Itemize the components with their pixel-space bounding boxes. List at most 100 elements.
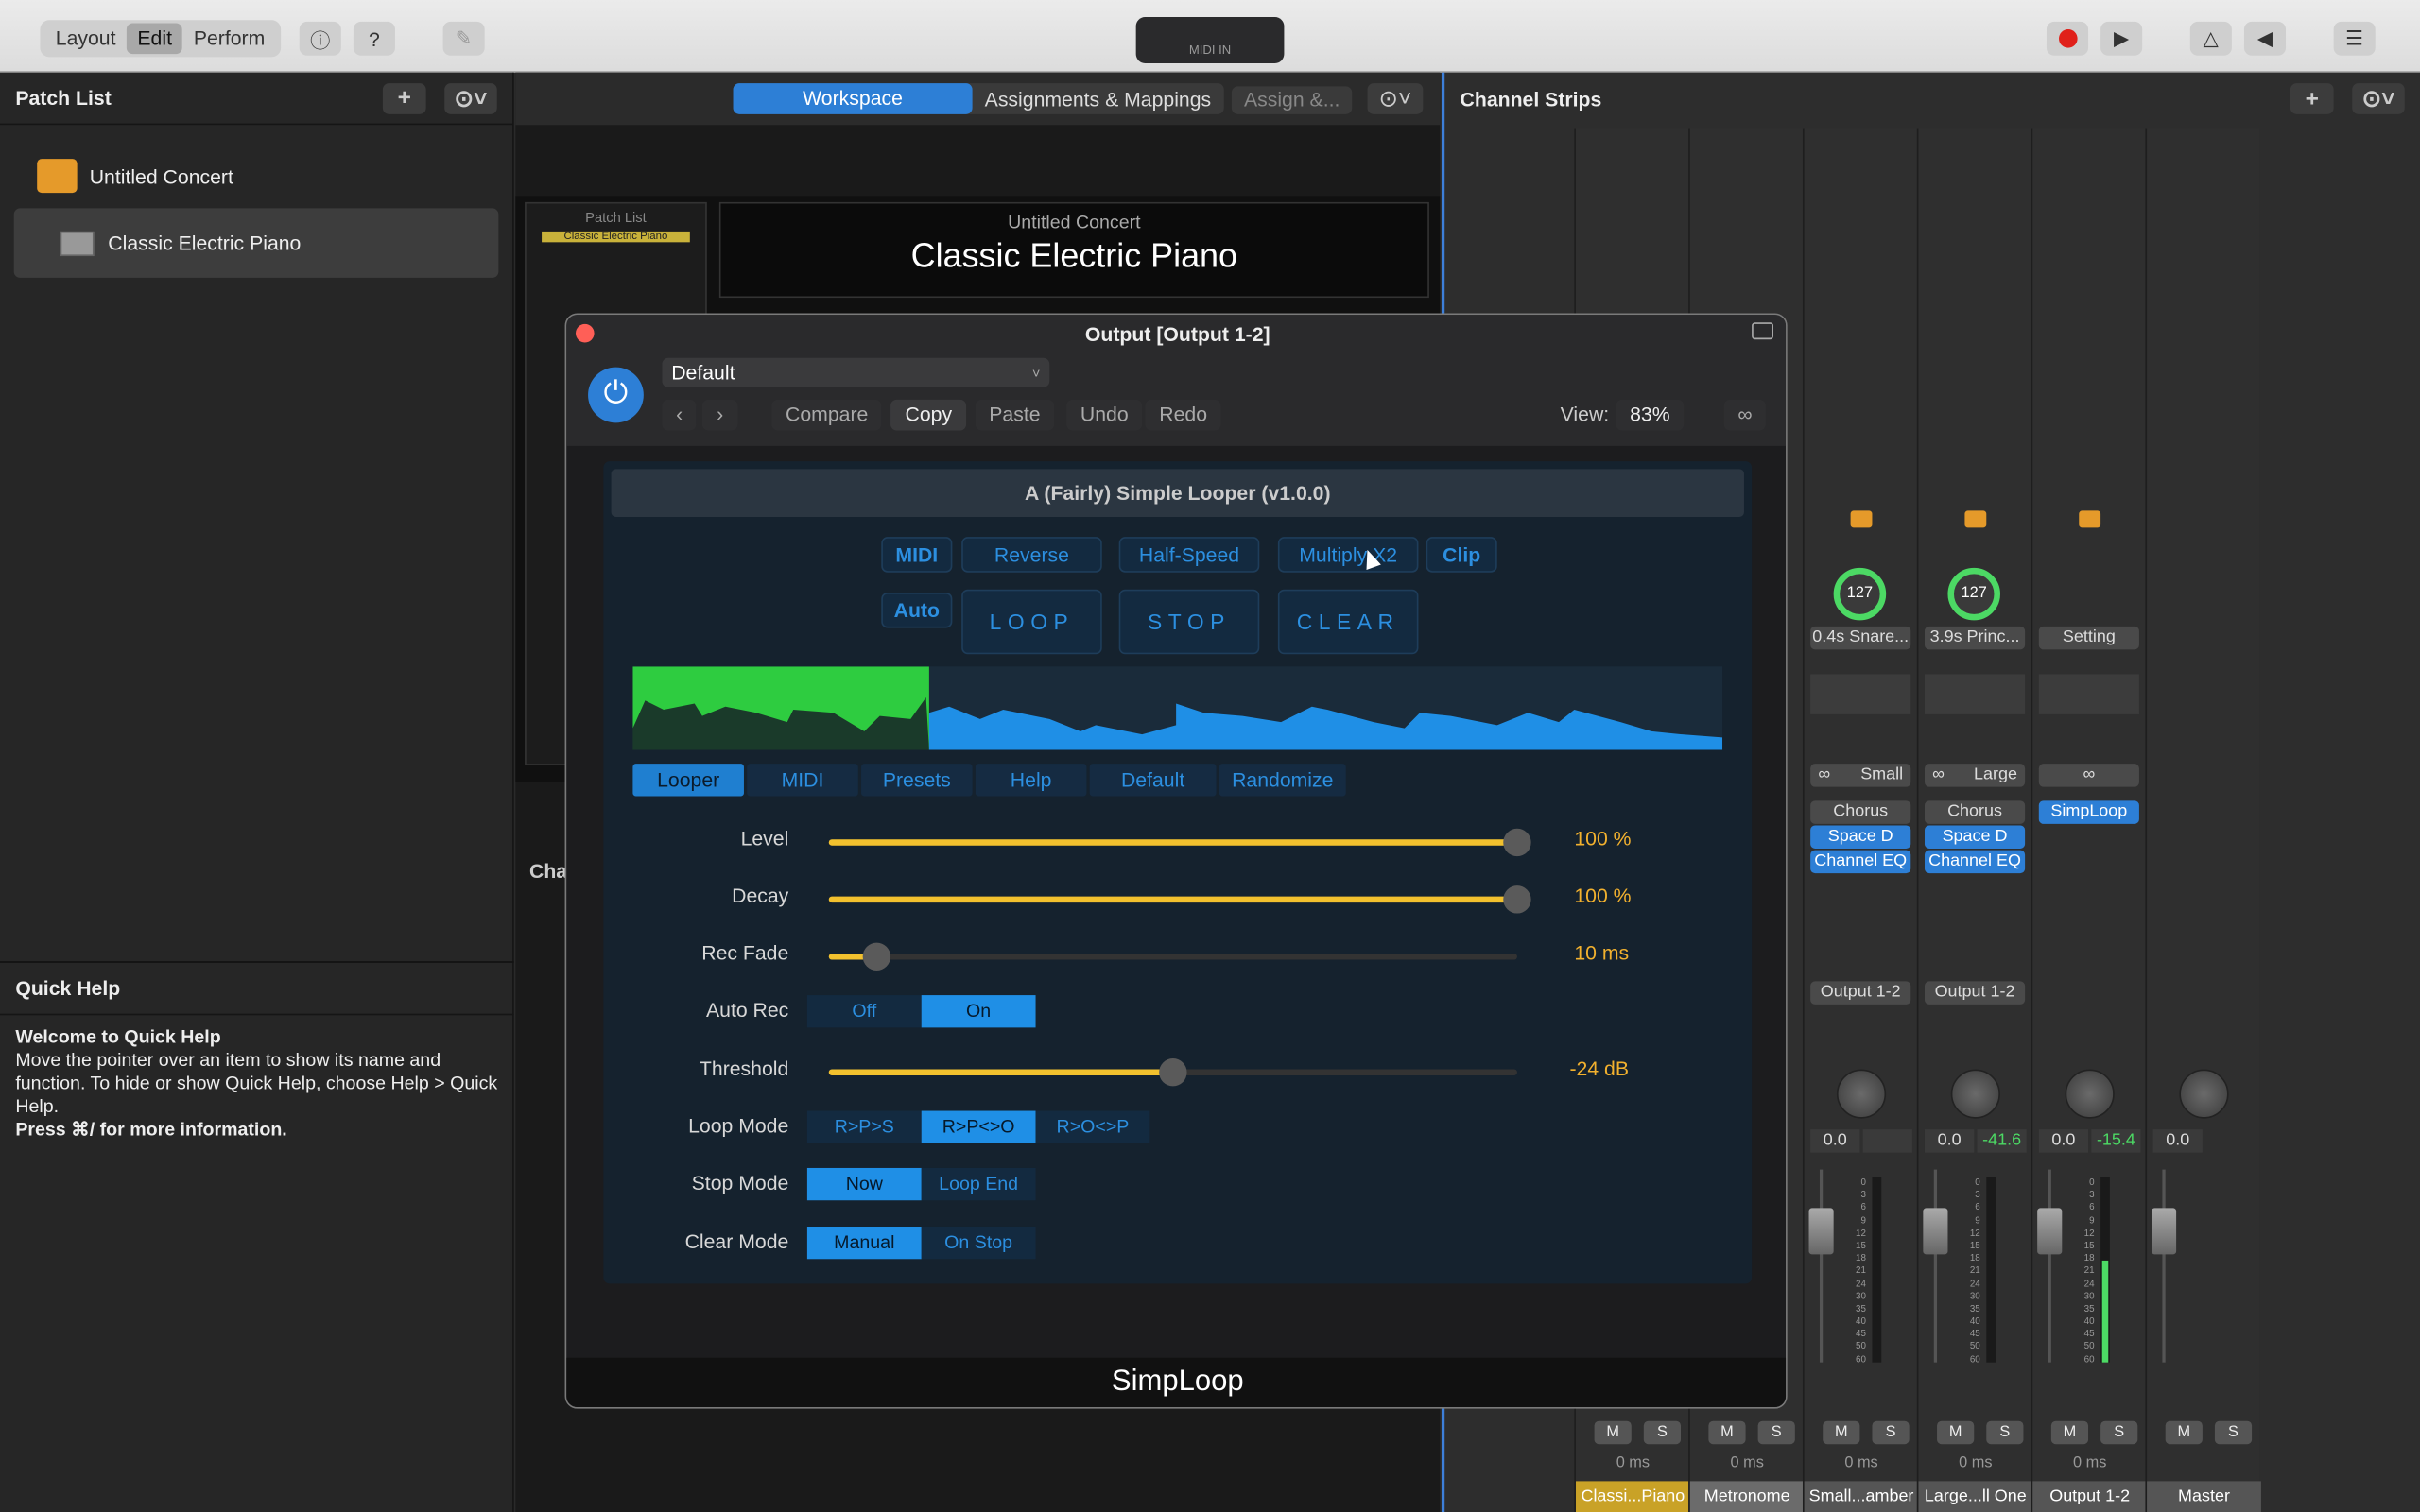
input-format[interactable]: ∞ Large: [1924, 764, 2026, 787]
loop-button[interactable]: LOOP: [961, 589, 1102, 655]
insert-slot[interactable]: Space D: [1924, 825, 2026, 849]
mute-button[interactable]: M: [1937, 1420, 1975, 1445]
eq-thumbnail[interactable]: [1810, 674, 1911, 714]
solo-button[interactable]: S: [2100, 1420, 2138, 1445]
insert-slot[interactable]: Space D: [1810, 825, 1911, 849]
play-button[interactable]: ▶: [2100, 21, 2143, 56]
insert-slot[interactable]: Chorus: [1810, 800, 1911, 824]
info-icon[interactable]: ⓘ: [299, 21, 341, 56]
mode-perform[interactable]: Perform: [182, 23, 275, 54]
tuner-icon[interactable]: ✎: [442, 21, 485, 56]
volume-fader[interactable]: [1808, 1208, 1834, 1255]
send-knob[interactable]: 127: [1947, 567, 2000, 621]
solo-button[interactable]: S: [1643, 1420, 1682, 1445]
tab-default[interactable]: Default: [1089, 764, 1217, 797]
waveform-display[interactable]: [632, 666, 1723, 750]
channel-name[interactable]: Large...ll One: [1918, 1481, 2033, 1512]
compare-button[interactable]: Compare: [771, 399, 883, 431]
auto-toggle[interactable]: Auto: [881, 592, 953, 628]
threshold-slider[interactable]: [828, 1058, 1517, 1087]
help-icon[interactable]: ?: [353, 21, 395, 56]
input-format[interactable]: ∞ Small: [1810, 764, 1911, 787]
add-channel-button[interactable]: +: [2290, 83, 2334, 114]
tab-assignments[interactable]: Assignments & Mappings: [973, 87, 1224, 110]
insert-slot[interactable]: Channel EQ: [1924, 850, 2026, 874]
pan-knob[interactable]: [1836, 1069, 1887, 1119]
option-0[interactable]: Manual: [806, 1226, 922, 1260]
send-knob[interactable]: 127: [1833, 567, 1887, 621]
copy-button[interactable]: Copy: [890, 399, 966, 431]
option-1[interactable]: Loop End: [921, 1167, 1036, 1201]
mute-button[interactable]: M: [1708, 1420, 1746, 1445]
mute-button[interactable]: M: [1594, 1420, 1632, 1445]
power-button[interactable]: ⏻: [588, 367, 644, 423]
view-zoom[interactable]: 83%: [1616, 399, 1685, 431]
volume-fader[interactable]: [1923, 1208, 1948, 1255]
reverse-button[interactable]: Reverse: [961, 537, 1102, 573]
solo-button[interactable]: S: [1986, 1420, 2024, 1445]
paste-button[interactable]: Paste: [975, 399, 1055, 431]
strips-action-button[interactable]: ⊙˅: [2352, 83, 2405, 114]
next-preset-button[interactable]: ›: [702, 399, 737, 431]
redo-button[interactable]: Redo: [1145, 399, 1221, 431]
solo-button[interactable]: S: [1757, 1420, 1795, 1445]
tab-presets[interactable]: Presets: [861, 764, 973, 797]
send-slot[interactable]: Setting: [2038, 626, 2139, 650]
decay-slider[interactable]: [828, 885, 1531, 914]
volume-fader[interactable]: [2151, 1208, 2177, 1255]
option-0[interactable]: Off: [806, 995, 922, 1028]
tab-midi[interactable]: MIDI: [747, 764, 858, 797]
solo-button[interactable]: S: [2214, 1420, 2253, 1445]
record-button[interactable]: [2046, 21, 2089, 56]
option-1[interactable]: On Stop: [921, 1226, 1036, 1260]
speaker-icon[interactable]: ◀: [2243, 21, 2287, 56]
workspace-action-button[interactable]: ⊙˅: [1367, 83, 1424, 114]
send-slot[interactable]: 3.9s Princ...: [1924, 626, 2026, 650]
channel-name[interactable]: Metronome: [1689, 1481, 1805, 1512]
insert-slot[interactable]: Chorus: [1924, 800, 2026, 824]
patch-list-item[interactable]: Untitled Concert: [37, 156, 233, 196]
mute-button[interactable]: M: [2050, 1420, 2089, 1445]
clip-toggle[interactable]: Clip: [1426, 537, 1497, 573]
channel-name[interactable]: Master: [2147, 1481, 2261, 1512]
option-1[interactable]: On: [921, 995, 1036, 1028]
preset-dropdown[interactable]: Default ˅: [662, 357, 1050, 387]
mode-layout[interactable]: Layout: [44, 23, 127, 54]
tab-assign[interactable]: Assign &...: [1231, 86, 1353, 114]
mute-button[interactable]: M: [2165, 1420, 2203, 1445]
half-speed-button[interactable]: Half-Speed: [1118, 537, 1260, 573]
tab-workspace[interactable]: Workspace: [733, 83, 973, 114]
eq-thumbnail[interactable]: [1924, 674, 2026, 714]
clear-button[interactable]: CLEAR: [1277, 589, 1419, 655]
insert-slot[interactable]: SimpLoop: [2038, 800, 2139, 824]
multiply-button[interactable]: Multiply X2: [1277, 537, 1419, 573]
midi-toggle[interactable]: MIDI: [881, 537, 953, 573]
channel-name[interactable]: Classi...Piano: [1575, 1481, 1690, 1512]
solo-button[interactable]: S: [1872, 1420, 1910, 1445]
tab-randomize[interactable]: Randomize: [1219, 764, 1346, 797]
link-icon[interactable]: ∞: [1723, 399, 1767, 431]
pan-knob[interactable]: [2179, 1069, 2229, 1119]
option-0[interactable]: Now: [806, 1167, 922, 1201]
mini-patch-item[interactable]: Classic Electric Piano: [542, 231, 690, 243]
action-menu-button[interactable]: ⊙˅: [444, 82, 497, 114]
mixer-icon[interactable]: ☰: [2333, 21, 2376, 56]
channel-name[interactable]: Output 1-2: [2032, 1481, 2148, 1512]
mute-button[interactable]: M: [1823, 1420, 1860, 1445]
level-slider[interactable]: [828, 828, 1531, 857]
rec-fade-slider[interactable]: [828, 942, 1517, 971]
volume-fader[interactable]: [2037, 1208, 2063, 1255]
tab-help[interactable]: Help: [975, 764, 1087, 797]
tab-looper[interactable]: Looper: [632, 764, 744, 797]
option-0[interactable]: R>P>S: [806, 1110, 922, 1143]
output-slot[interactable]: Output 1-2: [1810, 981, 1911, 1005]
undo-button[interactable]: Undo: [1066, 399, 1143, 431]
option-1[interactable]: R>P<>O: [921, 1110, 1036, 1143]
input-format[interactable]: ∞: [2038, 764, 2139, 787]
expand-icon[interactable]: [1752, 322, 1773, 340]
stop-button[interactable]: STOP: [1118, 589, 1260, 655]
patch-list-item-selected[interactable]: Classic Electric Piano: [13, 208, 499, 278]
option-2[interactable]: R>O<>P: [1035, 1110, 1150, 1143]
add-patch-button[interactable]: +: [382, 82, 426, 114]
channel-name[interactable]: Small...amber: [1804, 1481, 1919, 1512]
